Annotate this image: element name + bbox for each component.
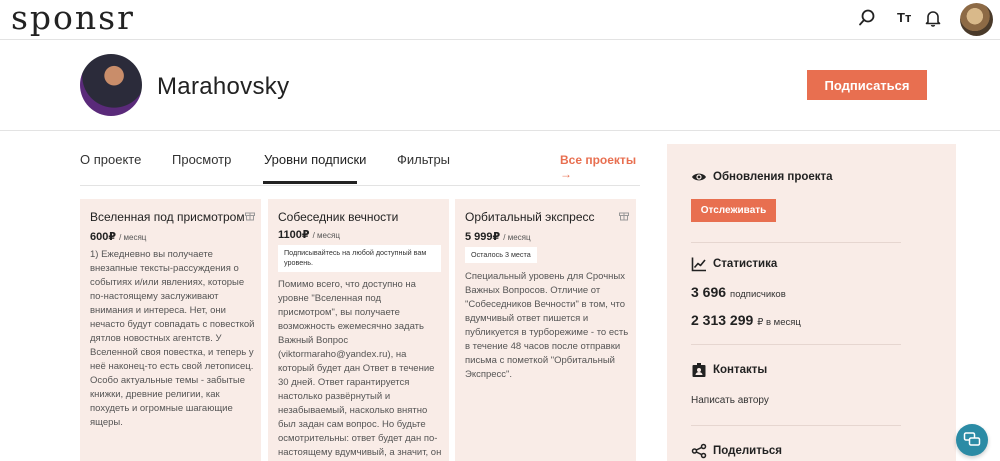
- contacts-heading: Контакты: [713, 364, 768, 376]
- tab-filters[interactable]: Фильтры: [397, 152, 450, 167]
- eye-icon: [692, 173, 706, 181]
- tier-price: 1100₽ / месяц: [278, 229, 340, 241]
- stats-heading: Статистика: [713, 258, 778, 270]
- author-avatar: [80, 54, 142, 116]
- all-projects-link[interactable]: Все проекты →: [560, 153, 640, 181]
- write-author-link[interactable]: Написать автору: [691, 395, 769, 406]
- tab-about[interactable]: О проекте: [80, 152, 141, 167]
- author-name: Marahovsky: [157, 73, 290, 100]
- tier-note: Осталось 3 места: [465, 247, 537, 264]
- follow-button[interactable]: Отслеживать: [691, 199, 776, 222]
- chat-button[interactable]: [956, 424, 988, 456]
- top-bar: sponsr Тт: [0, 0, 1000, 40]
- tier-description: 1) Ежедневно вы получаете внезапные текс…: [90, 249, 255, 428]
- tier-card: Собеседник вечности 1100₽ / месяц Подпис…: [268, 199, 449, 461]
- tab-subscription-levels[interactable]: Уровни подписки: [264, 152, 366, 167]
- subscribers-stat: 3 696 подписчиков: [691, 284, 786, 300]
- active-tab-indicator: [263, 181, 357, 184]
- gift-icon[interactable]: [618, 209, 630, 221]
- chat-icon: [963, 432, 981, 446]
- updates-heading: Обновления проекта: [713, 171, 833, 183]
- tab-browse[interactable]: Просмотр: [172, 152, 231, 167]
- project-header: Marahovsky Подписаться: [0, 40, 1000, 131]
- share-icon: [691, 443, 707, 459]
- subscribe-button[interactable]: Подписаться: [807, 70, 927, 100]
- user-avatar[interactable]: [960, 3, 993, 36]
- font-size-toggle[interactable]: Тт: [897, 10, 911, 25]
- share-heading: Поделиться: [713, 445, 783, 457]
- tier-price: 600₽ / месяц: [90, 231, 147, 243]
- tier-description: Специальный уровень для Срочных Важных В…: [465, 271, 629, 380]
- tier-card: Вселенная под присмотром 600₽ / месяц 1)…: [80, 199, 261, 461]
- project-sidebar: Обновления проекта Отслеживать Статистик…: [667, 144, 956, 461]
- income-stat: 2 313 299 ₽ в месяц: [691, 312, 801, 328]
- tier-price: 5 999₽ / месяц: [465, 231, 531, 243]
- divider: [691, 344, 901, 345]
- tier-title: Орбитальный экспресс: [465, 210, 595, 224]
- logo[interactable]: sponsr: [11, 0, 135, 37]
- contact-icon: [692, 363, 706, 377]
- tier-note: Подписывайтесь на любой доступный вам ур…: [278, 245, 441, 272]
- tier-description: Помимо всего, что доступно на уровне "Вс…: [278, 279, 442, 458]
- tier-title: Вселенная под присмотром: [90, 210, 245, 224]
- tier-card: Орбитальный экспресс 5 999₽ / месяц Оста…: [455, 199, 636, 461]
- search-icon[interactable]: [857, 8, 877, 28]
- chart-icon: [691, 257, 706, 272]
- tier-title: Собеседник вечности: [278, 210, 399, 224]
- project-tabs: О проекте Просмотр Уровни подписки Фильт…: [80, 131, 640, 186]
- divider: [691, 425, 901, 426]
- divider: [691, 242, 901, 243]
- gift-icon[interactable]: [244, 209, 256, 221]
- bell-icon[interactable]: [923, 8, 943, 28]
